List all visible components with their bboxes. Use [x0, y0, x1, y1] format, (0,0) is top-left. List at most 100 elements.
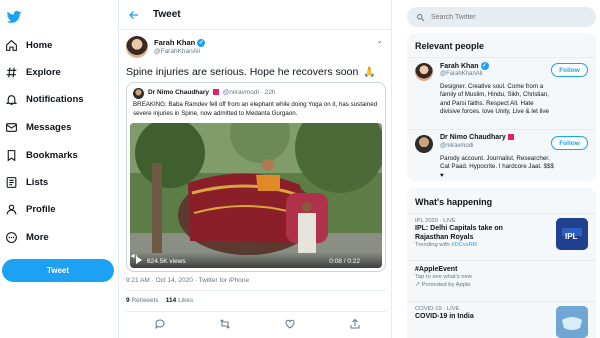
trend-title: #AppleEvent [415, 266, 458, 273]
relevant-people-panel: Relevant people Farah Khan ✓ @FarahKhanAl… [407, 33, 596, 181]
tweet-stats: 9 Retweets 114 Likes [126, 297, 193, 304]
retweet-stat[interactable]: 9 Retweets [126, 297, 159, 304]
trend-title: COVID-19 in India [415, 313, 474, 320]
person-avatar[interactable] [415, 135, 433, 153]
person-bio: Designer. Creative soul. Come from a fam… [440, 83, 550, 116]
nav-explore[interactable]: Explore [4, 62, 61, 82]
nav-label-lists: Lists [26, 176, 49, 188]
nav-label-explore: Explore [26, 66, 61, 78]
trend-hashtag-link[interactable]: #DCvsRR [451, 242, 477, 248]
author-name: Farah Khan [154, 38, 196, 47]
person-name: Farah Khan [440, 62, 479, 70]
nav-more[interactable]: More [4, 227, 49, 247]
nav-profile[interactable]: Profile [4, 199, 56, 219]
person-name: Dr Nimo Chaudhary [440, 134, 506, 141]
heart-icon[interactable] [284, 318, 296, 330]
quoted-age: 22h [264, 89, 276, 96]
page-title: Tweet [153, 9, 181, 20]
nav-notifications[interactable]: Notifications [4, 89, 84, 109]
promoted-row: ↗ Promoted by Apple [415, 282, 472, 288]
nav-label-home: Home [26, 39, 53, 51]
whats-happening-title: What's happening [415, 197, 493, 207]
quoted-dot: · [260, 89, 263, 96]
tweet-actions [119, 318, 391, 332]
twitter-bird-logo[interactable] [6, 9, 22, 25]
trend-item[interactable]: #AppleEvent Tap to see what's new ↗ Prom… [415, 265, 472, 288]
left-sidebar: Home Explore Notifications Messages Book… [0, 0, 120, 338]
trend-subtitle: Trending with #DCvsRR [415, 242, 503, 248]
trend-sub-text: Trending with [415, 242, 450, 248]
video-controls: 624.5K views 0:08 / 0:22 [130, 252, 382, 268]
envelope-icon [4, 120, 18, 134]
back-arrow-icon[interactable] [128, 9, 140, 21]
divider [407, 129, 596, 130]
trend-thumbnail[interactable] [556, 306, 588, 338]
tweet-text: Spine injuries are serious. Hope he reco… [126, 66, 376, 78]
reply-icon[interactable] [154, 318, 166, 330]
quoted-text: BREAKING: Baba Ramdev fell off from an e… [133, 101, 378, 117]
person-name-row[interactable]: Dr Nimo Chaudhary [440, 134, 516, 141]
quoted-author-name: Dr Nimo Chaudhary [148, 89, 210, 96]
trend-title-line2: Rajasthan Royals [415, 234, 474, 241]
right-sidebar: Relevant people Farah Khan✓ @FarahKhanAl… [402, 0, 600, 338]
person-handle: @niiravmodi [440, 143, 474, 149]
like-label: Likes [178, 297, 194, 304]
nav-messages[interactable]: Messages [4, 117, 71, 137]
search-input[interactable] [431, 13, 581, 21]
follow-button[interactable]: Follow [551, 136, 588, 150]
trend-item[interactable]: IPL 2020 · LIVE IPL: Delhi Capitals take… [415, 218, 503, 248]
video-views: 624.5K views [147, 258, 186, 265]
author-handle[interactable]: @FarahKhanAli [154, 48, 200, 55]
quoted-author-row: Dr Nimo Chaudhary @niiravmodi · 22h [148, 89, 276, 96]
promoted-text: Promoted by Apple [421, 282, 471, 288]
nav-label-notifications: Notifications [26, 93, 84, 105]
quoted-tweet[interactable]: Dr Nimo Chaudhary @niiravmodi · 22h BREA… [126, 82, 386, 272]
more-circle-icon [4, 230, 18, 244]
nav-label-messages: Messages [26, 121, 72, 133]
divider [407, 260, 596, 261]
person-name-row[interactable]: Farah Khan ✓ [440, 62, 489, 70]
retweet-label: Retweets [131, 297, 159, 304]
hashtag-icon [4, 65, 18, 79]
trend-title: IPL: Delhi Capitals take on [415, 225, 503, 232]
promoted-icon: ↗ [415, 282, 420, 288]
divider [407, 57, 596, 58]
nav-home[interactable]: Home [4, 35, 52, 55]
home-icon [4, 38, 18, 52]
svg-text:IPL: IPL [565, 232, 578, 241]
person-icon [4, 202, 18, 216]
compose-tweet-button[interactable]: Tweet [2, 259, 114, 282]
nav-label-more: More [26, 231, 49, 243]
person-avatar[interactable] [415, 63, 433, 81]
retweet-icon[interactable] [219, 318, 231, 330]
divider [126, 311, 386, 312]
like-stat[interactable]: 114 Likes [166, 297, 194, 304]
author-avatar[interactable] [126, 36, 148, 58]
nav-label-bookmarks: Bookmarks [26, 149, 78, 161]
video-player[interactable]: 624.5K views 0:08 / 0:22 [130, 123, 382, 268]
main-header: Tweet [119, 0, 391, 30]
video-time: 0:08 / 0:22 [329, 258, 360, 265]
nav-label-profile: Profile [26, 203, 56, 215]
nav-bookmarks[interactable]: Bookmarks [4, 145, 78, 165]
trend-item[interactable]: COVID-19 · LIVE COVID-19 in India [415, 306, 474, 321]
tweet-timestamp[interactable]: 9:21 AM · Oct 14, 2020 · Twitter for iPh… [126, 277, 249, 284]
video-frame [130, 123, 382, 268]
follow-button[interactable]: Follow [551, 63, 588, 77]
author-name-row[interactable]: Farah Khan ✓ [154, 38, 206, 48]
search-box[interactable] [407, 7, 596, 27]
volume-icon[interactable] [130, 252, 139, 260]
trend-thumbnail[interactable]: IPL [556, 218, 588, 250]
verified-badge-icon: ✓ [197, 39, 206, 48]
bookmark-icon [4, 148, 18, 162]
divider [126, 290, 386, 291]
share-icon[interactable] [349, 318, 361, 330]
verified-badge-icon: ✓ [480, 62, 489, 70]
folded-hands-emoji: 🙏 [363, 67, 376, 78]
bell-icon [4, 92, 18, 106]
tweet-body: Spine injuries are serious. Hope he reco… [126, 66, 359, 78]
nav-lists[interactable]: Lists [4, 172, 48, 192]
flag-icon [507, 134, 514, 141]
chevron-down-icon[interactable]: ⌄ [376, 36, 383, 45]
main-column: Tweet Farah Khan ✓ @FarahKhanAli ⌄ Spine … [118, 0, 392, 338]
